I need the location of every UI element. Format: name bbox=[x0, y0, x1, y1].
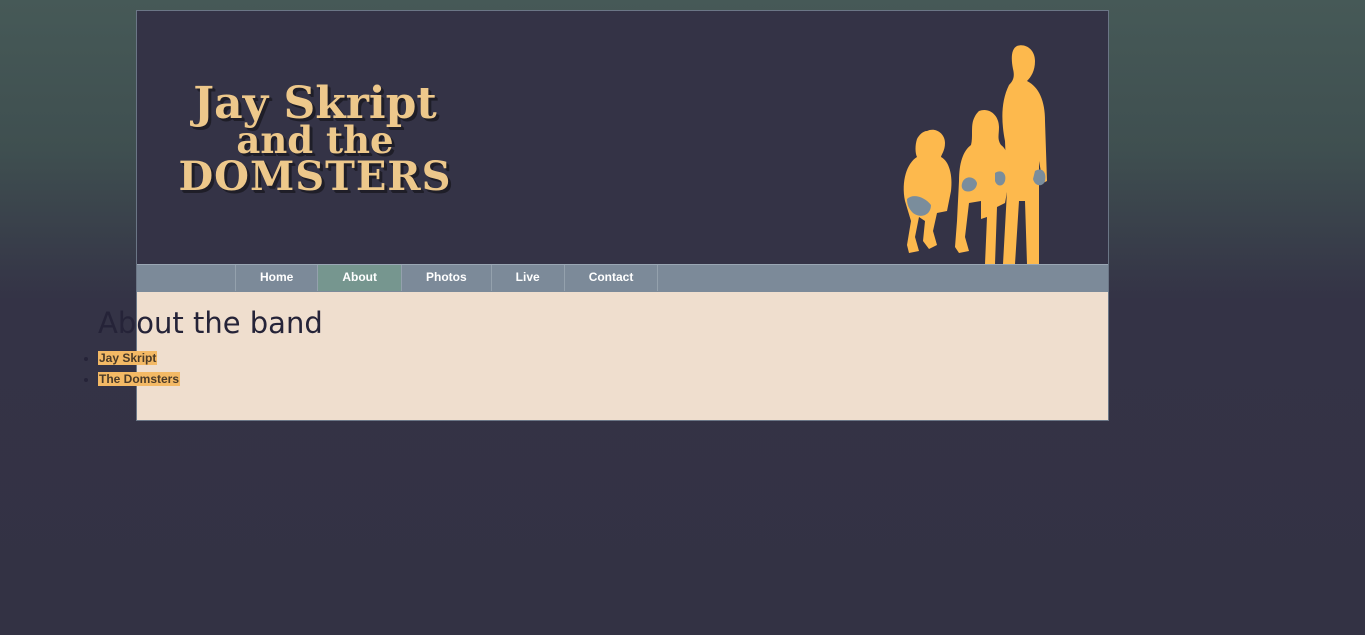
list-item: The Domsters bbox=[98, 369, 898, 390]
link-the-domsters[interactable]: The Domsters bbox=[98, 372, 181, 386]
nav-item-live[interactable]: Live bbox=[492, 265, 565, 291]
nav-list: Home About Photos Live Contact bbox=[235, 265, 659, 291]
site-header: Jay Skript and the DOMSTERS bbox=[137, 11, 1108, 264]
list-item: Jay Skript bbox=[98, 348, 898, 369]
member-link-list: Jay Skript The Domsters bbox=[98, 348, 898, 390]
nav-item-about[interactable]: About bbox=[318, 265, 402, 291]
main-navigation: Home About Photos Live Contact bbox=[137, 264, 1108, 292]
nav-item-contact[interactable]: Contact bbox=[565, 265, 659, 291]
nav-item-home[interactable]: Home bbox=[236, 265, 319, 291]
site-logo[interactable]: Jay Skript and the DOMSTERS bbox=[175, 79, 465, 200]
link-jay-skript[interactable]: Jay Skript bbox=[98, 351, 158, 365]
nav-item-photos[interactable]: Photos bbox=[402, 265, 492, 291]
band-silhouette-image bbox=[903, 45, 1047, 264]
page-heading: About the band bbox=[98, 306, 323, 340]
logo-line-3: DOMSTERS bbox=[178, 153, 452, 200]
main-content: About the band Jay Skript The Domsters bbox=[98, 300, 898, 390]
